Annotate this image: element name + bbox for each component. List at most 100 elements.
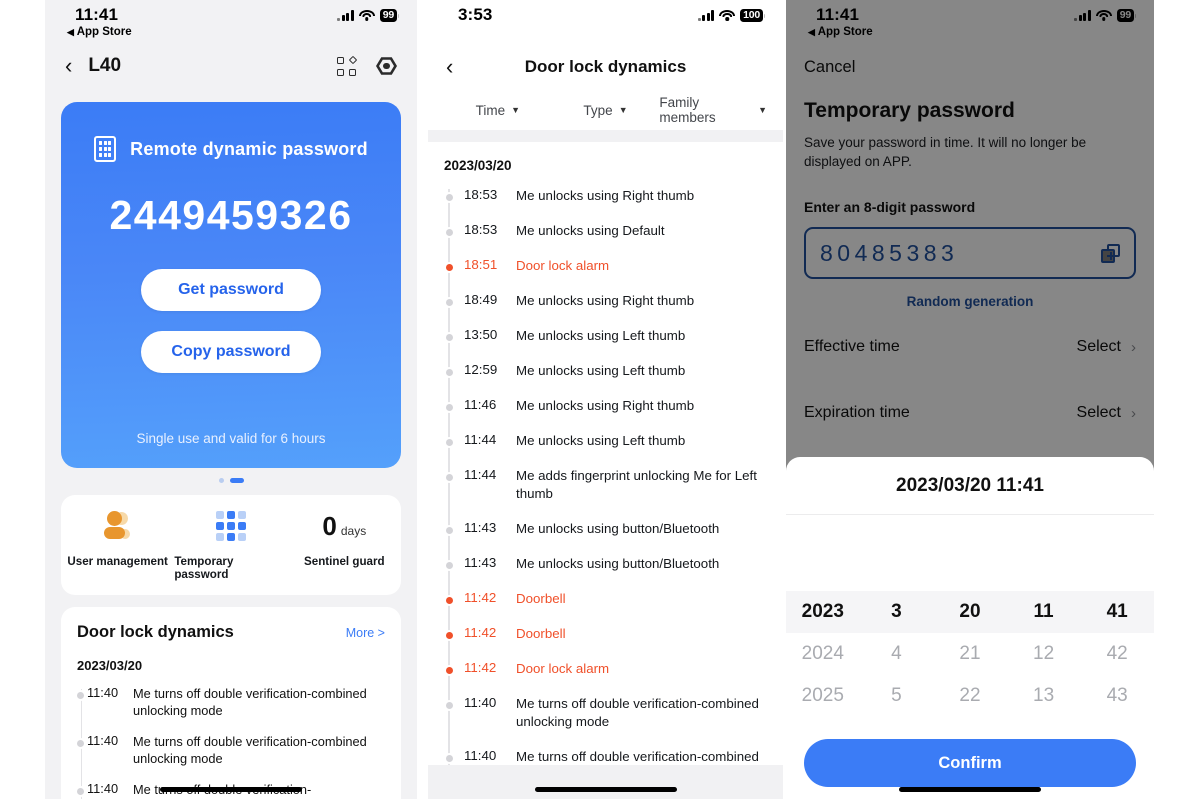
dynamics-more-link[interactable]: More > <box>346 626 385 640</box>
remote-dynamic-password-card: Remote dynamic password 2449459326 Get p… <box>61 102 401 468</box>
list-item[interactable]: 11:42 Doorbell <box>444 590 767 608</box>
battery-cap <box>397 13 399 18</box>
home-indicator <box>160 787 302 792</box>
event-time: 11:40 <box>87 733 119 748</box>
filter-bar: Time ▼ Type ▼ Family members ▼ <box>428 90 783 130</box>
bottom-safe-area <box>428 765 783 799</box>
picker-hour[interactable]: 13 <box>1007 685 1081 707</box>
section-divider <box>428 130 783 142</box>
feature-label: Sentinel guard <box>304 555 385 568</box>
filter-time[interactable]: Time ▼ <box>444 103 552 118</box>
nav-bar-device: ‹ L40 <box>45 44 417 88</box>
status-right-2: 100 <box>697 5 765 22</box>
picker-hour[interactable]: 12 <box>1007 643 1081 665</box>
picker-year[interactable]: 2025 <box>786 685 860 707</box>
event-time: 11:40 <box>87 781 119 796</box>
list-item[interactable]: 12:59 Me unlocks using Left thumb <box>444 362 767 380</box>
cellular-signal-icon <box>697 10 715 21</box>
confirm-button[interactable]: Confirm <box>804 739 1136 787</box>
picker-year[interactable]: 2023 <box>786 601 860 623</box>
three-phone-screenshots: 11:41 ◀ App Store 99 ‹ L40 Remote dynami… <box>0 0 1200 799</box>
event-time: 11:44 <box>464 432 497 447</box>
picker-row-next2[interactable]: 2025 5 22 13 43 <box>786 675 1154 717</box>
event-time: 11:40 <box>87 685 119 700</box>
list-item[interactable]: 18:51 Door lock alarm <box>444 257 767 275</box>
get-password-button[interactable]: Get password <box>141 269 321 311</box>
chevron-down-icon: ▼ <box>511 105 521 115</box>
list-item[interactable]: 18:49 Me unlocks using Right thumb <box>444 292 767 310</box>
feature-user-management[interactable]: User management <box>61 511 174 581</box>
event-time: 13:50 <box>464 327 498 342</box>
events-list[interactable]: 2023/03/20 18:53 Me unlocks using Right t… <box>428 158 783 799</box>
picker-day[interactable]: 20 <box>933 601 1007 623</box>
event-text: Me unlocks using Left thumb <box>516 363 686 378</box>
feature-temporary-password[interactable]: Temporary password <box>174 511 287 581</box>
filter-type[interactable]: Type ▼ <box>552 103 660 118</box>
list-item[interactable]: 18:53 Me unlocks using Right thumb <box>444 187 767 205</box>
picker-day[interactable]: 22 <box>933 685 1007 707</box>
event-time: 11:40 <box>464 695 497 710</box>
event-text: Me turns off double verification-combine… <box>133 734 367 766</box>
list-item[interactable]: 11:42 Doorbell <box>444 625 767 643</box>
picker-month[interactable]: 4 <box>860 643 934 665</box>
list-item[interactable]: 13:50 Me unlocks using Left thumb <box>444 327 767 345</box>
status-back-to-app[interactable]: ◀ App Store <box>67 26 132 39</box>
picker-hour[interactable]: 11 <box>1007 601 1081 623</box>
event-time: 11:43 <box>464 555 497 570</box>
event-text: Doorbell <box>516 626 566 641</box>
feature-shortcuts-card: User management Temporary password 0 day… <box>61 495 401 595</box>
copy-password-button[interactable]: Copy password <box>141 331 321 373</box>
phone-screen-device-home: 11:41 ◀ App Store 99 ‹ L40 Remote dynami… <box>45 0 417 799</box>
list-item[interactable]: 11:42 Door lock alarm <box>444 660 767 678</box>
phone-screen-temporary-password: 11:41 ◀ App Store 99 Cancel Temporary pa… <box>786 0 1154 799</box>
list-item[interactable]: 11:44 Me unlocks using Left thumb <box>444 432 767 450</box>
event-text: Me unlocks using Left thumb <box>516 328 686 343</box>
battery-level: 99 <box>379 9 397 22</box>
filter-label: Time <box>475 102 506 118</box>
sentinel-days-count: 0 days <box>322 511 366 541</box>
picker-month[interactable]: 3 <box>860 601 934 623</box>
back-button[interactable]: ‹ <box>65 55 72 77</box>
apps-grid-icon[interactable] <box>337 55 358 76</box>
event-text: Me unlocks using button/Bluetooth <box>516 556 720 571</box>
picker-title: 2023/03/20 11:41 <box>786 457 1154 515</box>
picker-row-next[interactable]: 2024 4 21 12 42 <box>786 633 1154 675</box>
picker-year[interactable]: 2024 <box>786 643 860 665</box>
picker-row-selected[interactable]: 2023 3 20 11 41 <box>786 591 1154 633</box>
home-indicator <box>534 787 677 792</box>
filter-family-members[interactable]: Family members ▼ <box>659 95 767 125</box>
feature-sentinel-guard[interactable]: 0 days Sentinel guard <box>288 511 401 581</box>
event-time: 18:49 <box>464 292 498 307</box>
dynamic-password-value: 2449459326 <box>109 192 353 238</box>
keypad-icon <box>94 136 117 162</box>
list-item[interactable]: 11:43 Me unlocks using button/Bluetooth <box>444 555 767 573</box>
hex-settings-icon[interactable] <box>376 56 397 77</box>
carousel-page-dots[interactable] <box>45 478 417 483</box>
list-item[interactable]: 11:40 Me turns off double verification-c… <box>75 733 385 767</box>
event-text: Door lock alarm <box>516 661 610 676</box>
carousel-dot-1[interactable] <box>218 478 224 483</box>
list-item[interactable]: 11:46 Me unlocks using Right thumb <box>444 397 767 415</box>
wifi-icon <box>358 9 375 22</box>
status-bar-1: 11:41 ◀ App Store 99 <box>45 0 417 44</box>
picker-month[interactable]: 5 <box>860 685 934 707</box>
cellular-signal-icon <box>337 10 354 21</box>
status-left-1: 11:41 ◀ App Store <box>67 5 132 39</box>
dynamics-date: 2023/03/20 <box>77 658 143 673</box>
event-time: 11:43 <box>464 520 497 535</box>
list-item[interactable]: 18:53 Me unlocks using Default <box>444 222 767 240</box>
list-item[interactable]: 11:43 Me unlocks using button/Bluetooth <box>444 520 767 538</box>
list-item[interactable]: 11:40 Me turns off double verification-c… <box>75 685 385 719</box>
carousel-dot-2-active[interactable] <box>229 478 244 483</box>
picker-minute[interactable]: 42 <box>1080 643 1154 665</box>
event-time: 18:53 <box>464 187 498 202</box>
events-date-header: 2023/03/20 <box>444 158 512 173</box>
picker-day[interactable]: 21 <box>933 643 1007 665</box>
picker-minute[interactable]: 41 <box>1080 601 1154 623</box>
list-item[interactable]: 11:40 Me turns off double verification-co… <box>444 695 767 731</box>
list-item[interactable]: 11:44 Me adds fingerprint unlocking Me fo… <box>444 467 767 503</box>
event-time: 12:59 <box>464 362 498 377</box>
datetime-picker[interactable]: 2023 3 20 11 41 2024 4 21 12 42 2025 5 2… <box>786 591 1154 717</box>
event-text: Me unlocks using Right thumb <box>516 398 695 413</box>
picker-minute[interactable]: 43 <box>1080 685 1154 707</box>
